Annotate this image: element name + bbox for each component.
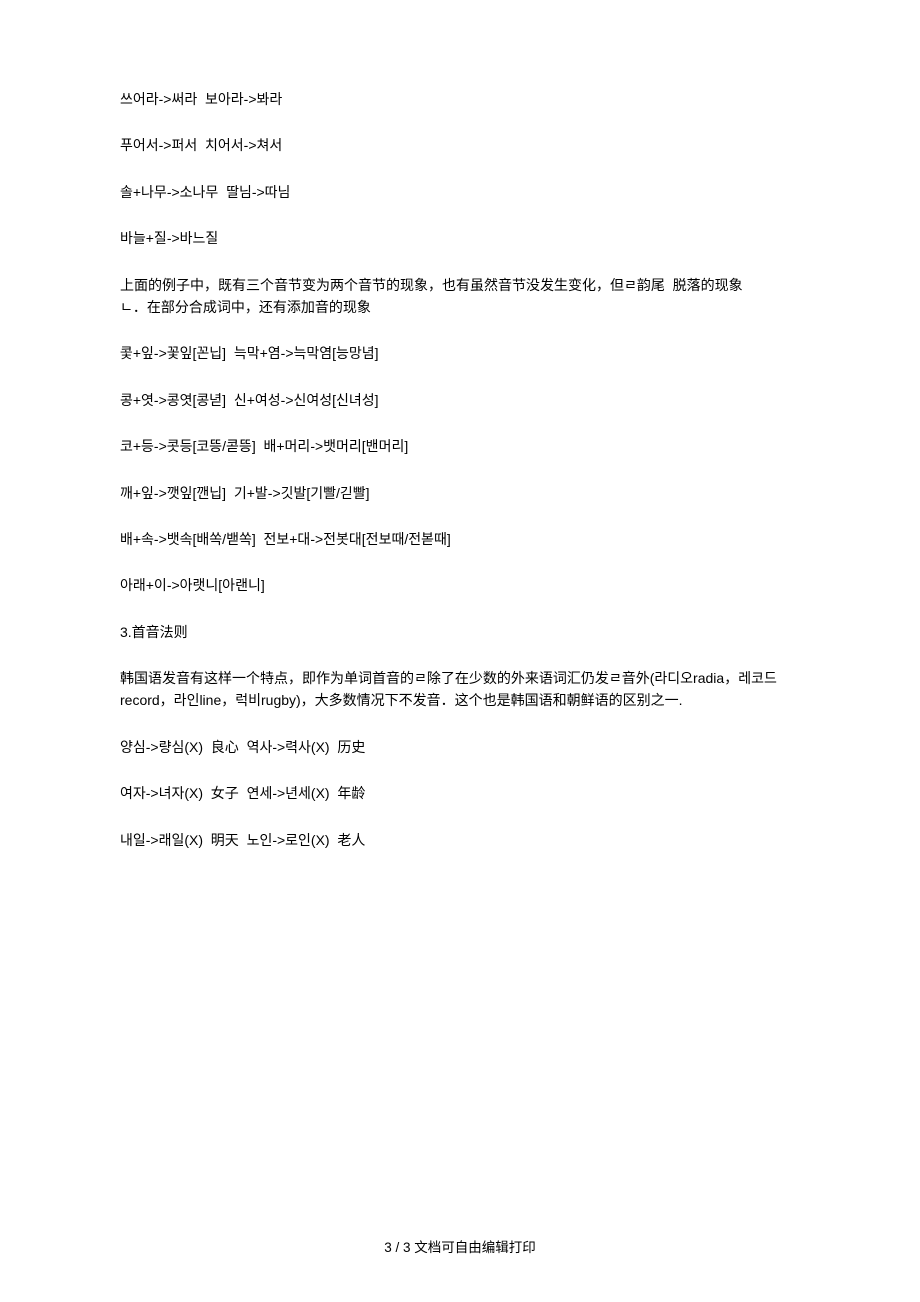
paragraph: 上面的例子中，既有三个音节变为两个音节的现象，也有虽然音节没发生变化，但ㄹ韵尾 … [120, 274, 800, 319]
paragraph: 쓰어라->써라 보아라->봐라 [120, 88, 800, 110]
paragraph: 내일->래일(X) 明天 노인->로인(X) 老人 [120, 829, 800, 851]
paragraph: 코+등->콧등[코뜽/콛뜽] 배+머리->뱃머리[밴머리] [120, 435, 800, 457]
paragraph: 양심->량심(X) 良心 역사->력사(X) 历史 [120, 736, 800, 758]
paragraph: 韩国语发音有这样一个特点，即作为单词首音的ㄹ除了在少数的外来语词汇仍发ㄹ音外(라… [120, 667, 800, 712]
paragraph: 아래+이->아랫니[아랜니] [120, 574, 800, 596]
document-page: 쓰어라->써라 보아라->봐라 푸어서->퍼서 치어서->쳐서 솔+나무->소나… [0, 0, 920, 1302]
paragraph: 솔+나무->소나무 딸님->따님 [120, 181, 800, 203]
paragraph: 배+속->뱃속[배쏙/밷쏙] 전보+대->전봇대[전보때/전볻때] [120, 528, 800, 550]
paragraph: 콫+잎->꽃잎[꼰닙] 늑막+염->늑막염[능망념] [120, 342, 800, 364]
paragraph: 바늘+질->바느질 [120, 227, 800, 249]
page-footer: 3 / 3 文档可自由编辑打印 [0, 1236, 920, 1256]
paragraph: 3.首音法则 [120, 621, 800, 643]
paragraph: 푸어서->퍼서 치어서->쳐서 [120, 134, 800, 156]
paragraph: 콩+엿->콩엿[콩녇] 신+여성->신여성[신녀성] [120, 389, 800, 411]
paragraph: 여자->녀자(X) 女子 연세->년세(X) 年龄 [120, 782, 800, 804]
paragraph: 깨+잎->깻잎[깬닙] 기+발->깃발[기빨/긷빨] [120, 482, 800, 504]
